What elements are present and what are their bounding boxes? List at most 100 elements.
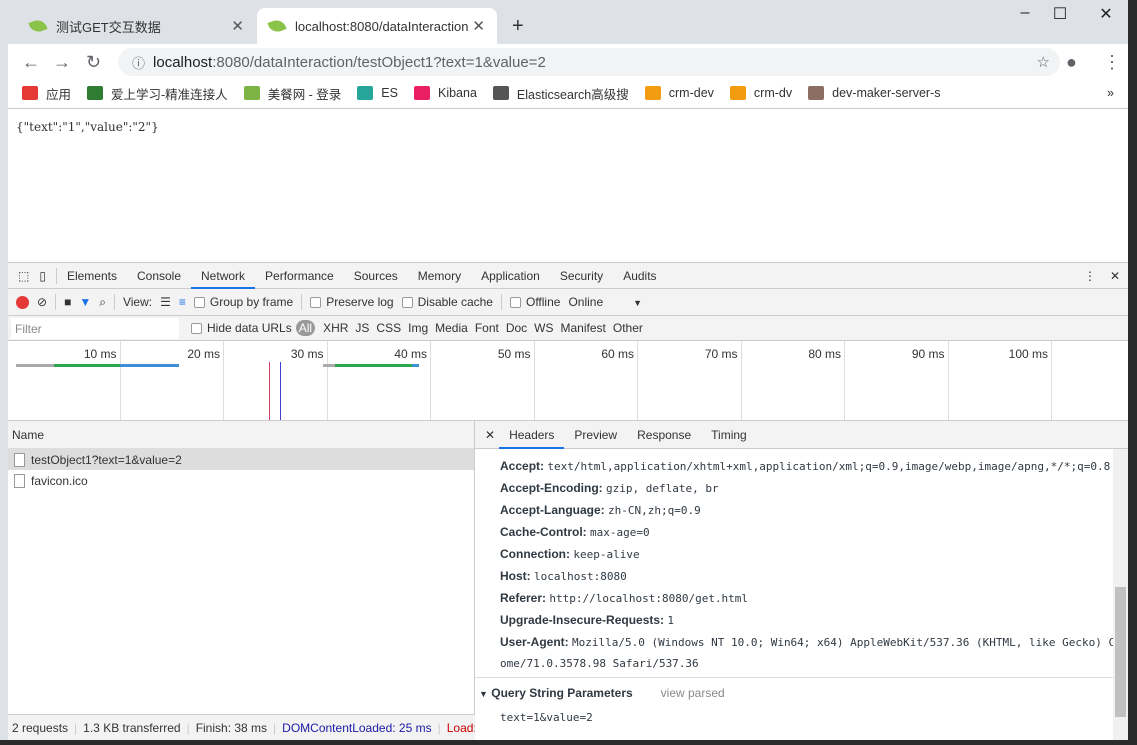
filter-type-other[interactable]: Other	[613, 321, 643, 335]
bookmark-item[interactable]: 应用	[22, 84, 71, 103]
close-details-icon[interactable]: ✕	[475, 428, 499, 442]
query-section-header[interactable]: ▼ Query String Parameters view parsed	[479, 686, 725, 700]
bookmark-item[interactable]: ES	[357, 86, 398, 100]
offline-checkbox[interactable]: Offline	[509, 295, 560, 309]
maximize-button[interactable]: ☐	[1038, 4, 1082, 24]
filter-type-css[interactable]: CSS	[376, 321, 401, 335]
filter-type-img[interactable]: Img	[408, 321, 428, 335]
search-icon[interactable]: ⌕	[99, 295, 106, 310]
header-value: text/html,application/xhtml+xml,applicat…	[547, 460, 1111, 473]
large-rows-icon[interactable]: ☰	[160, 295, 171, 309]
view-parsed-link[interactable]: view parsed	[661, 686, 725, 700]
header-row: Upgrade-Insecure-Requests: 1	[500, 613, 674, 627]
devtools-tab-network[interactable]: Network	[191, 263, 256, 289]
bookmark-item[interactable]: 爱上学习-精准连接人	[87, 84, 228, 103]
devtools-tab-memory[interactable]: Memory	[408, 263, 471, 289]
screenshot-icon[interactable]: ■	[64, 295, 71, 309]
filter-input[interactable]: Filter	[11, 317, 179, 339]
bookmark-favicon-icon	[243, 86, 260, 100]
waterfall-bar	[335, 364, 412, 367]
filter-type-doc[interactable]: Doc	[506, 321, 527, 335]
url-path: :8080/dataInteraction/testObject1?text=1…	[212, 53, 546, 71]
gridline	[533, 341, 535, 420]
devtools-tab-security[interactable]: Security	[550, 263, 613, 289]
back-icon[interactable]: ←	[22, 52, 40, 73]
bookmark-label: crm-dev	[668, 86, 714, 100]
bookmark-item[interactable]: Kibana	[413, 86, 477, 100]
devtools-tab-performance[interactable]: Performance	[255, 263, 344, 289]
name-column-header[interactable]: Name	[8, 421, 474, 449]
detail-tab-response[interactable]: Response	[627, 421, 701, 449]
devtools-tab-console[interactable]: Console	[127, 263, 191, 289]
close-devtools-icon[interactable]: ✕	[1110, 269, 1120, 283]
preserve-log-checkbox[interactable]: Preserve log	[310, 295, 394, 309]
bookmark-item[interactable]: Elasticsearch高级搜	[492, 84, 629, 103]
device-toolbar-icon[interactable]: ▯	[35, 269, 56, 283]
bookmark-item[interactable]: 美餐网 - 登录	[243, 84, 342, 103]
header-row: Host: localhost:8080	[500, 569, 627, 583]
close-tab-icon[interactable]: ✕	[231, 17, 244, 35]
address-bar[interactable]: ⓘ localhost:8080/dataInteraction/testObje…	[118, 48, 1060, 76]
inspect-icon[interactable]: ⬚	[8, 269, 35, 283]
group-by-frame-checkbox[interactable]: Group by frame	[193, 295, 294, 309]
waterfall-bar	[120, 364, 179, 367]
forward-icon[interactable]: →	[53, 52, 71, 73]
filter-type-js[interactable]: JS	[355, 321, 369, 335]
more-icon[interactable]: ⋮	[1084, 269, 1096, 283]
reload-icon[interactable]: ↻	[86, 52, 101, 73]
close-tab-icon[interactable]: ✕	[472, 17, 485, 35]
new-tab-button[interactable]: +	[500, 8, 536, 44]
tab-get-test[interactable]: 测试GET交互数据 ✕	[18, 8, 256, 44]
throttle-select[interactable]: Online ▼	[568, 295, 642, 309]
bookmark-item[interactable]: dev-maker-server-s	[808, 86, 940, 100]
timeline-tick: 90 ms	[911, 347, 945, 361]
bookmark-label: 美餐网 - 登录	[267, 87, 342, 102]
label: Group by frame	[209, 295, 294, 309]
timeline-tick: 110	[1085, 347, 1129, 361]
devtools-tab-elements[interactable]: Elements	[57, 263, 127, 289]
filter-type-manifest[interactable]: Manifest	[561, 321, 606, 335]
filter-type-all[interactable]: All	[295, 320, 316, 336]
filter-type-xhr[interactable]: XHR	[323, 321, 348, 335]
filter-type-font[interactable]: Font	[475, 321, 499, 335]
profile-icon[interactable]: ●	[1066, 52, 1077, 73]
menu-icon[interactable]: ⋮	[1103, 52, 1121, 73]
close-window-button[interactable]: ✕	[1084, 4, 1128, 24]
devtools-tab-application[interactable]: Application	[471, 263, 550, 289]
detail-tab-preview[interactable]: Preview	[564, 421, 627, 449]
spring-leaf-icon	[28, 17, 48, 35]
detail-tab-headers[interactable]: Headers	[499, 421, 565, 449]
devtools-tab-sources[interactable]: Sources	[344, 263, 408, 289]
bookmark-item[interactable]: crm-dev	[644, 86, 714, 100]
hide-data-urls-checkbox[interactable]: Hide data URLs	[191, 321, 292, 335]
filter-type-media[interactable]: Media	[435, 321, 468, 335]
gridline	[844, 341, 845, 420]
header-value: http://localhost:8080/get.html	[549, 592, 749, 605]
filter-icon[interactable]: ▼	[79, 295, 91, 309]
devtools-tab-audits[interactable]: Audits	[613, 263, 666, 289]
info-icon[interactable]: ⓘ	[132, 53, 145, 72]
header-name: Accept:	[500, 459, 545, 473]
request-name: testObject1?text=1&value=2	[31, 452, 182, 467]
request-row[interactable]: favicon.ico	[8, 470, 474, 491]
header-value: gzip, deflate, br	[606, 482, 719, 495]
waterfall-icon[interactable]: ≡	[179, 295, 186, 309]
request-row[interactable]: testObject1?text=1&value=2	[8, 449, 474, 470]
filter-type-ws[interactable]: WS	[534, 321, 553, 335]
bookmark-favicon-icon	[357, 86, 374, 100]
clear-icon[interactable]: ⊘	[37, 295, 47, 309]
header-value: zh-CN,zh;q=0.9	[608, 504, 701, 517]
bookmark-favicon-icon	[413, 86, 430, 100]
bookmarks-bar: 应用 爱上学习-精准连接人 美餐网 - 登录 ES Kibana Elasticsearc…	[8, 78, 1128, 109]
header-value: 1	[667, 614, 675, 627]
star-icon[interactable]: ☆	[1037, 53, 1050, 71]
document-icon	[14, 452, 25, 467]
detail-tab-timing[interactable]: Timing	[701, 421, 757, 449]
record-icon[interactable]	[16, 295, 29, 309]
tab-localhost[interactable]: localhost:8080/dataInteraction ✕	[257, 8, 497, 44]
bookmarks-overflow-icon[interactable]: »	[1107, 86, 1114, 100]
bookmark-item[interactable]: crm-dv	[729, 86, 792, 100]
disable-cache-checkbox[interactable]: Disable cache	[401, 295, 493, 309]
details-scrollbar[interactable]	[1113, 449, 1128, 740]
header-value: localhost:8080	[534, 570, 627, 583]
